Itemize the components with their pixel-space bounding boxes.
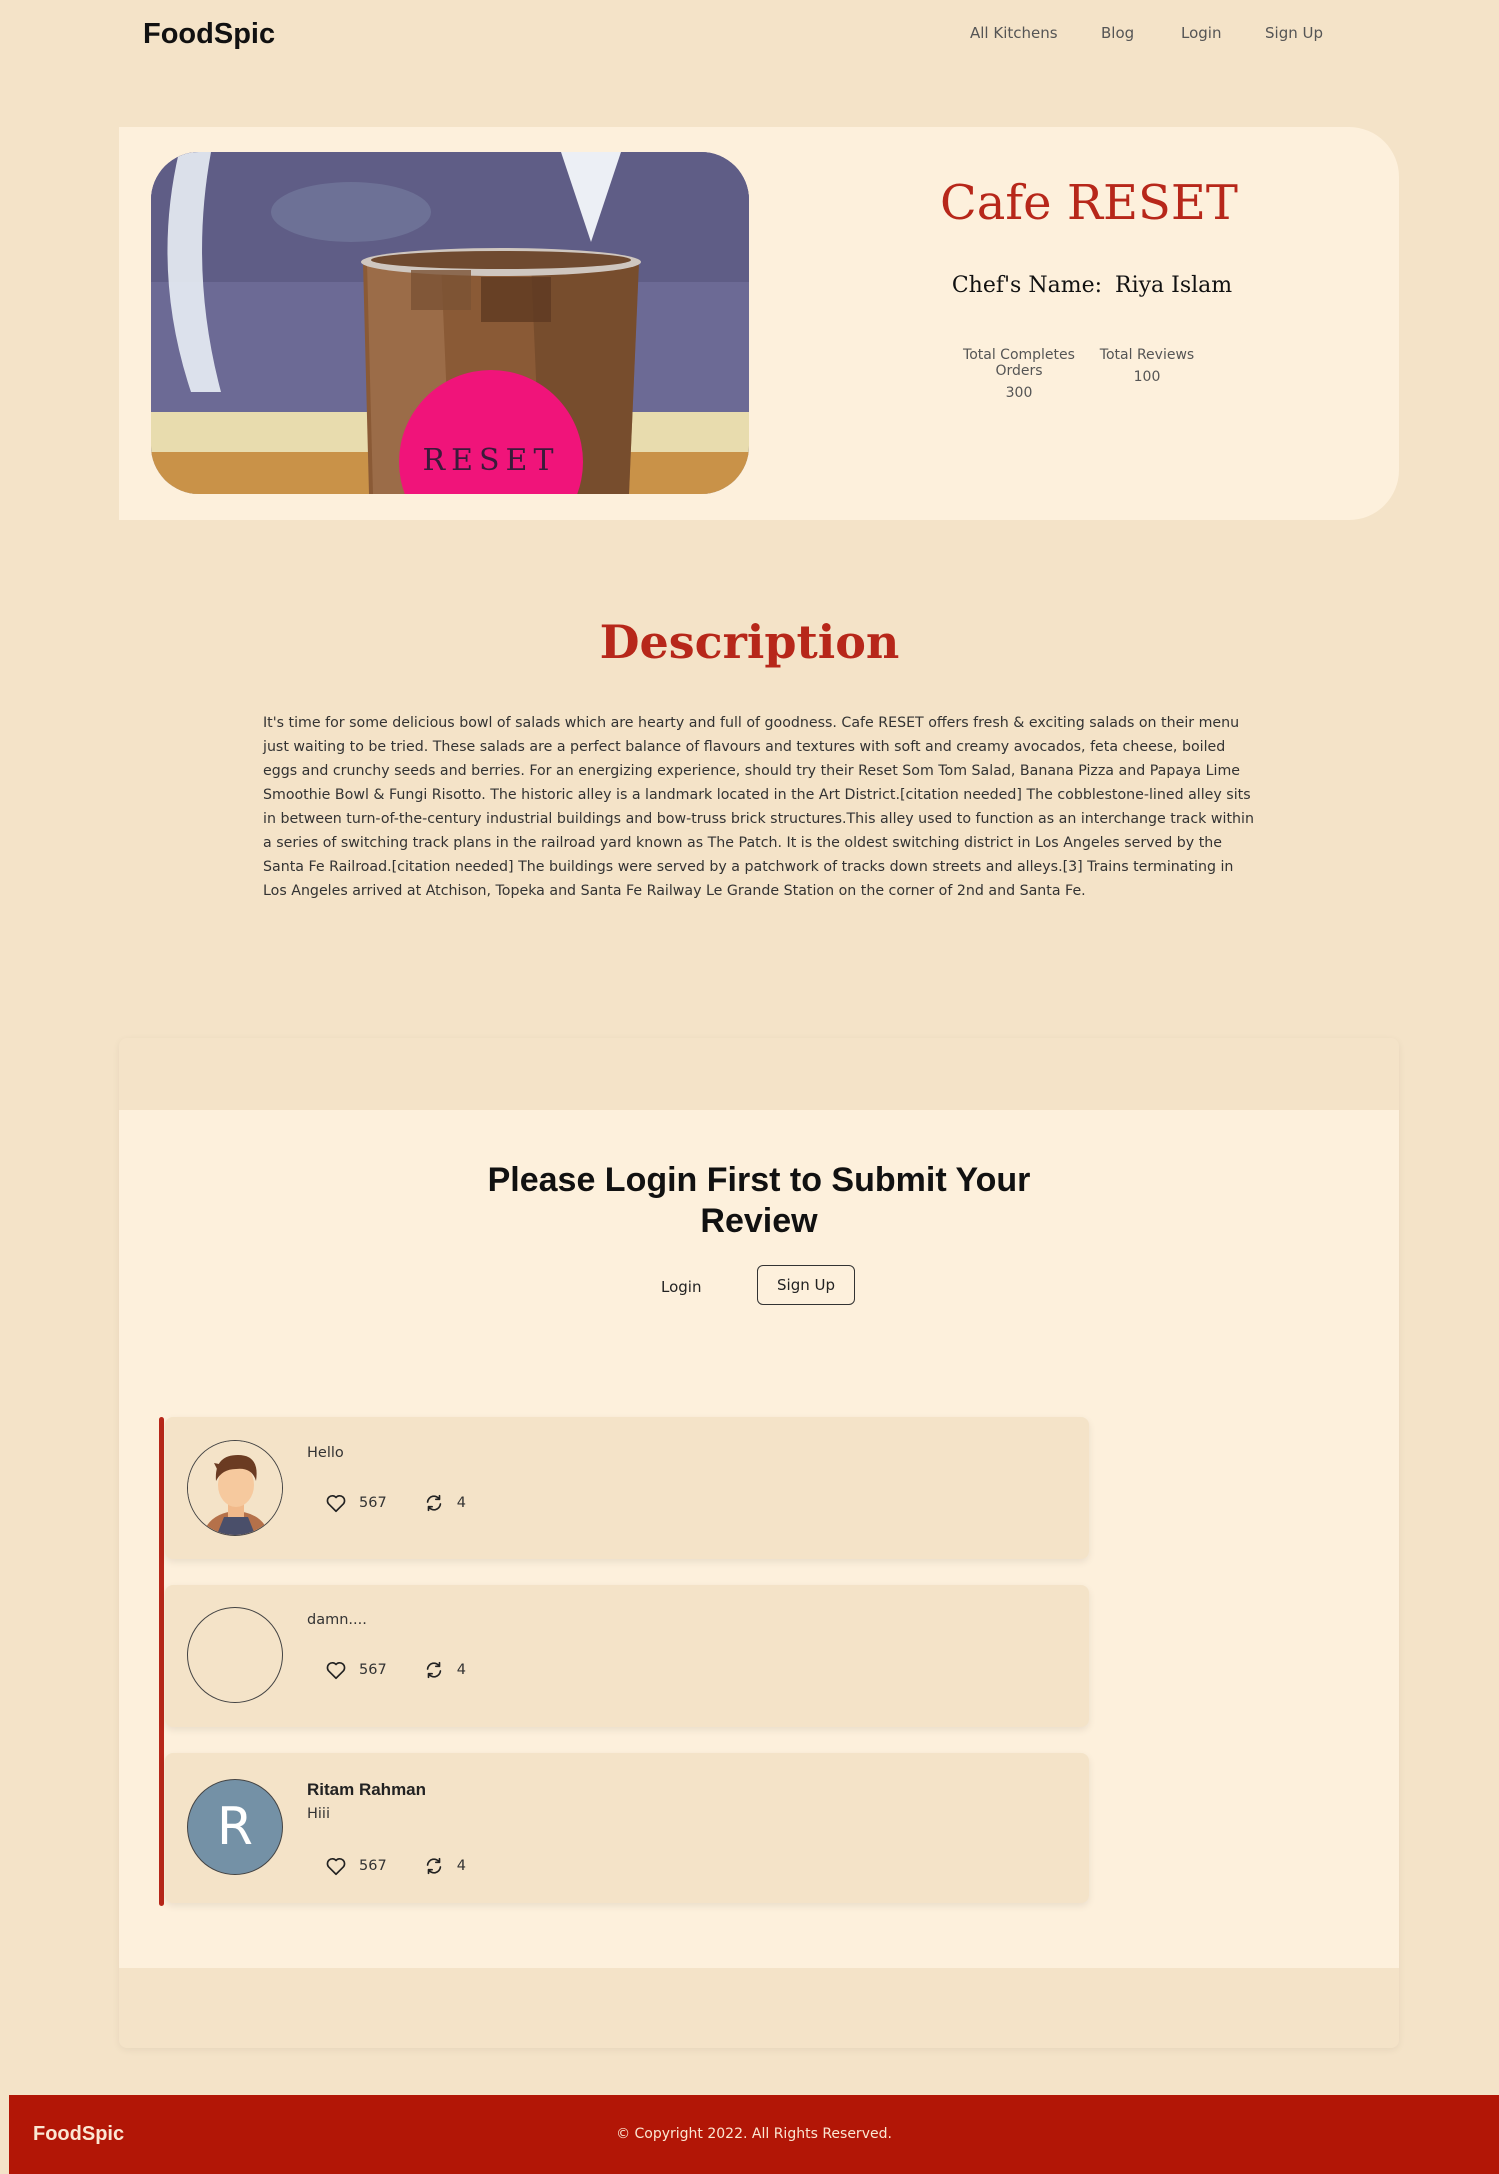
review-actions: 567 4 <box>325 1659 502 1681</box>
stat-completed-orders: Total Completes Orders 300 <box>939 347 1099 401</box>
retweet-icon[interactable] <box>423 1492 445 1514</box>
stat-total-reviews: Total Reviews 100 <box>1099 347 1195 401</box>
brand-logo[interactable]: FoodSpic <box>143 18 275 51</box>
stat-value: 100 <box>1133 369 1161 385</box>
avatar: R <box>187 1779 283 1875</box>
review-login-button[interactable]: Login <box>661 1278 701 1296</box>
review-actions: 567 4 <box>325 1855 502 1877</box>
top-navbar: FoodSpic All Kitchens Blog Login Sign Up <box>0 0 1499 72</box>
chef-name: Riya Islam <box>1115 273 1233 298</box>
review-card: R Ritam Rahman Hiii 567 4 <box>165 1753 1089 1903</box>
like-count: 567 <box>359 1662 387 1678</box>
review-text: damn.... <box>307 1612 367 1628</box>
review-text: Hello <box>307 1445 344 1461</box>
heart-icon[interactable] <box>325 1659 347 1681</box>
kitchen-stats: Total Completes Orders 300 Total Reviews… <box>939 347 1195 401</box>
nav-blog[interactable]: Blog <box>1101 24 1134 42</box>
review-timeline-bar <box>159 1417 164 1906</box>
heart-icon[interactable] <box>325 1855 347 1877</box>
review-signup-button[interactable]: Sign Up <box>757 1265 855 1305</box>
kitchen-name: Cafe RESET <box>940 175 1238 231</box>
avatar <box>187 1440 283 1536</box>
share-count: 4 <box>456 1662 466 1678</box>
footer: FoodSpic © Copyright 2022. All Rights Re… <box>9 2095 1499 2174</box>
review-card: Hello 567 4 <box>165 1417 1089 1559</box>
review-text: Hiii <box>307 1806 330 1822</box>
chef-label: Chef's Name: <box>951 273 1102 298</box>
like-count: 567 <box>359 1495 387 1511</box>
share-count: 4 <box>456 1495 466 1511</box>
review-section: Please Login First to Submit Your Review… <box>119 1038 1399 2048</box>
stat-label: Total Reviews <box>1099 347 1195 363</box>
like-count: 567 <box>359 1858 387 1874</box>
nav-login[interactable]: Login <box>1181 24 1221 42</box>
stat-label: Total Completes Orders <box>963 347 1075 379</box>
heart-icon[interactable] <box>325 1492 347 1514</box>
description-title: Description <box>599 615 900 669</box>
footer-copyright: © Copyright 2022. All Rights Reserved. <box>616 2126 892 2142</box>
login-prompt: Please Login First to Submit Your Review <box>487 1161 1031 1240</box>
chef-name-line: Chef's Name: Riya Islam <box>879 273 1299 298</box>
nav-all-kitchens[interactable]: All Kitchens <box>970 24 1058 42</box>
share-count: 4 <box>456 1858 466 1874</box>
cup-logo-text: RESET <box>423 443 560 478</box>
review-actions: 567 4 <box>325 1492 502 1514</box>
description-text: It's time for some delicious bowl of sal… <box>263 715 1254 899</box>
kitchen-photo: RESET <box>151 152 749 494</box>
retweet-icon[interactable] <box>423 1855 445 1877</box>
nav-sign-up[interactable]: Sign Up <box>1265 24 1323 42</box>
stat-value: 300 <box>1005 385 1033 401</box>
reviewer-name: Ritam Rahman <box>307 1780 427 1799</box>
review-panel: Please Login First to Submit Your Review… <box>119 1110 1399 1968</box>
avatar <box>187 1607 283 1703</box>
retweet-icon[interactable] <box>423 1659 445 1681</box>
review-card: damn.... 567 4 <box>165 1585 1089 1727</box>
kitchen-hero-card: RESET Cafe RESET Chef's Name: Riya Islam… <box>119 127 1399 520</box>
